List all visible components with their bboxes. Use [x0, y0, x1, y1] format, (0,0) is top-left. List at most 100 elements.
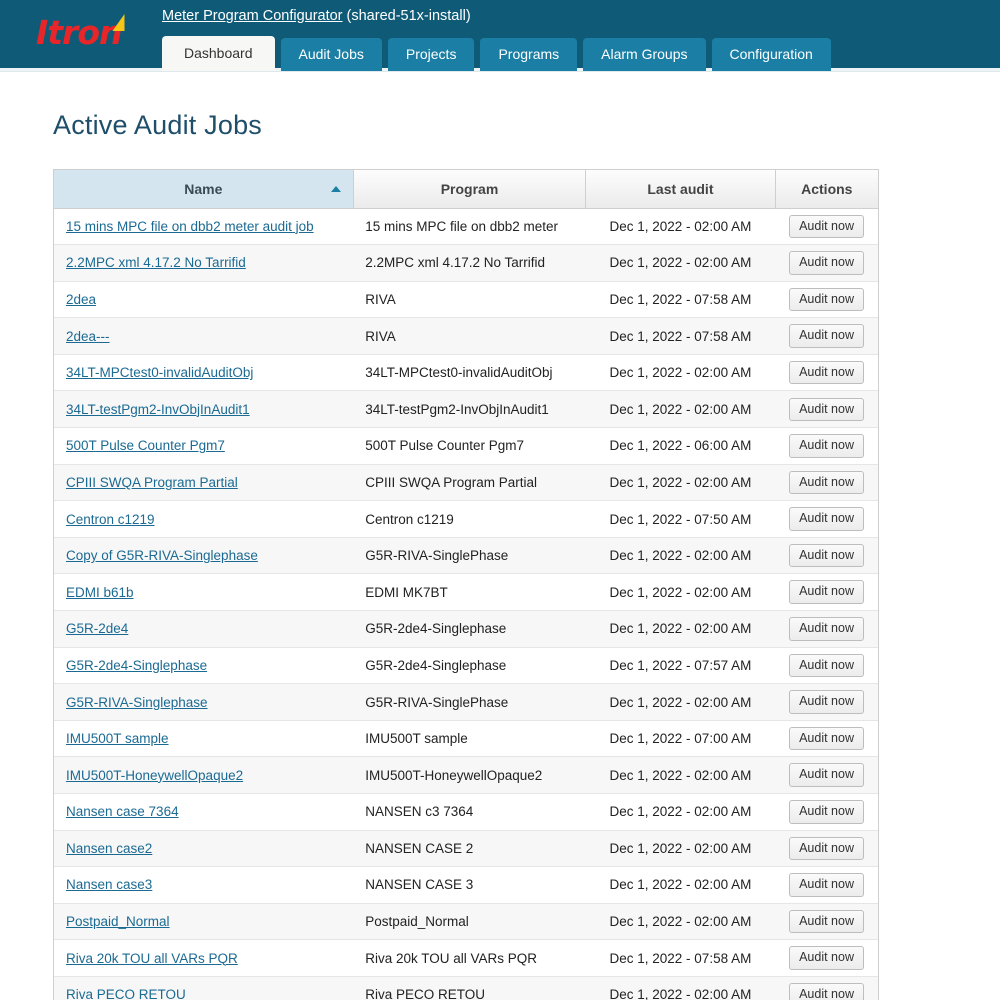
- cell-program: RIVA: [353, 281, 586, 318]
- cell-name: G5R-2de4: [54, 611, 353, 648]
- audit-now-button[interactable]: Audit now: [789, 727, 864, 751]
- audit-job-link[interactable]: 2.2MPC xml 4.17.2 No Tarrifid: [66, 255, 246, 270]
- audit-now-button[interactable]: Audit now: [789, 690, 864, 714]
- audit-job-link[interactable]: Riva 20k TOU all VARs PQR: [66, 951, 238, 966]
- audit-now-button[interactable]: Audit now: [789, 507, 864, 531]
- itron-logo: Itron: [30, 8, 158, 58]
- table-row: Riva 20k TOU all VARs PQRRiva 20k TOU al…: [54, 940, 878, 977]
- column-header-last-audit[interactable]: Last audit: [586, 170, 775, 208]
- cell-actions: Audit now: [775, 647, 878, 684]
- cell-actions: Audit now: [775, 464, 878, 501]
- tab-programs[interactable]: Programs: [480, 38, 577, 71]
- audit-job-link[interactable]: Postpaid_Normal: [66, 914, 170, 929]
- audit-job-link[interactable]: 2dea: [66, 292, 96, 307]
- table-row: EDMI b61bEDMI MK7BTDec 1, 2022 - 02:00 A…: [54, 574, 878, 611]
- audit-job-link[interactable]: Riva PECO RETOU: [66, 987, 186, 1000]
- audit-now-button[interactable]: Audit now: [789, 324, 864, 348]
- audit-now-button[interactable]: Audit now: [789, 251, 864, 275]
- audit-job-link[interactable]: Nansen case 7364: [66, 804, 179, 819]
- column-header-actions[interactable]: Actions: [775, 170, 878, 208]
- audit-now-button[interactable]: Audit now: [789, 837, 864, 861]
- column-header-name[interactable]: Name: [54, 170, 353, 208]
- audit-now-button[interactable]: Audit now: [789, 946, 864, 970]
- tab-alarm-groups[interactable]: Alarm Groups: [583, 38, 705, 71]
- audit-now-button[interactable]: Audit now: [789, 654, 864, 678]
- cell-last-audit: Dec 1, 2022 - 02:00 AM: [586, 574, 775, 611]
- cell-last-audit: Dec 1, 2022 - 02:00 AM: [586, 245, 775, 282]
- audit-now-button[interactable]: Audit now: [789, 617, 864, 641]
- cell-program: G5R-2de4-Singlephase: [353, 647, 586, 684]
- audit-now-button[interactable]: Audit now: [789, 763, 864, 787]
- cell-name: 2dea: [54, 281, 353, 318]
- cell-actions: Audit now: [775, 940, 878, 977]
- audit-now-button[interactable]: Audit now: [789, 873, 864, 897]
- cell-last-audit: Dec 1, 2022 - 06:00 AM: [586, 428, 775, 465]
- audit-job-link[interactable]: IMU500T-HoneywellOpaque2: [66, 768, 243, 783]
- audit-job-link[interactable]: Nansen case2: [66, 841, 152, 856]
- table-row: G5R-2de4-Singlephase G5R-2de4-Singlephase…: [54, 647, 878, 684]
- cell-name: Riva PECO RETOU: [54, 976, 353, 1000]
- audit-job-link[interactable]: G5R-RIVA-Singlephase: [66, 695, 208, 710]
- audit-now-button[interactable]: Audit now: [789, 361, 864, 385]
- audit-job-link[interactable]: Nansen case3: [66, 877, 152, 892]
- audit-job-link[interactable]: Centron c1219: [66, 512, 155, 527]
- column-header-program[interactable]: Program: [353, 170, 586, 208]
- cell-name: Copy of G5R-RIVA-Singlephase: [54, 537, 353, 574]
- audit-now-button[interactable]: Audit now: [789, 910, 864, 934]
- cell-name: IMU500T sample: [54, 720, 353, 757]
- audit-now-button[interactable]: Audit now: [789, 800, 864, 824]
- app-title-link[interactable]: Meter Program Configurator: [162, 8, 343, 24]
- audit-job-link[interactable]: G5R-2de4: [66, 621, 128, 636]
- column-header-label: Last audit: [647, 181, 713, 197]
- audit-now-button[interactable]: Audit now: [789, 544, 864, 568]
- table-row: Nansen case2NANSEN CASE 2Dec 1, 2022 - 0…: [54, 830, 878, 867]
- tab-dashboard[interactable]: Dashboard: [162, 36, 275, 71]
- cell-actions: Audit now: [775, 281, 878, 318]
- table-row: Centron c1219Centron c1219Dec 1, 2022 - …: [54, 501, 878, 538]
- cell-program: Riva PECO RETOU: [353, 976, 586, 1000]
- cell-actions: Audit now: [775, 794, 878, 831]
- cell-name: CPIII SWQA Program Partial: [54, 464, 353, 501]
- tab-projects[interactable]: Projects: [388, 38, 475, 71]
- cell-last-audit: Dec 1, 2022 - 02:00 AM: [586, 794, 775, 831]
- audit-job-link[interactable]: 34LT-MPCtest0-invalidAuditObj: [66, 365, 253, 380]
- cell-last-audit: Dec 1, 2022 - 07:58 AM: [586, 281, 775, 318]
- column-header-label: Name: [184, 181, 222, 197]
- audit-job-link[interactable]: 2dea---: [66, 329, 110, 344]
- cell-program: CPIII SWQA Program Partial: [353, 464, 586, 501]
- tab-configuration[interactable]: Configuration: [712, 38, 831, 71]
- cell-name: Riva 20k TOU all VARs PQR: [54, 940, 353, 977]
- cell-last-audit: Dec 1, 2022 - 07:57 AM: [586, 647, 775, 684]
- audit-now-button[interactable]: Audit now: [789, 288, 864, 312]
- audit-now-button[interactable]: Audit now: [789, 983, 864, 1000]
- audit-now-button[interactable]: Audit now: [789, 398, 864, 422]
- cell-last-audit: Dec 1, 2022 - 02:00 AM: [586, 903, 775, 940]
- audit-job-link[interactable]: Copy of G5R-RIVA-Singlephase: [66, 548, 258, 563]
- audit-job-link[interactable]: G5R-2de4-Singlephase: [66, 658, 207, 673]
- table-row: 2dea---RIVADec 1, 2022 - 07:58 AMAudit n…: [54, 318, 878, 355]
- audit-now-button[interactable]: Audit now: [789, 471, 864, 495]
- cell-actions: Audit now: [775, 208, 878, 245]
- audit-job-link[interactable]: IMU500T sample: [66, 731, 169, 746]
- cell-last-audit: Dec 1, 2022 - 02:00 AM: [586, 537, 775, 574]
- cell-program: NANSEN CASE 2: [353, 830, 586, 867]
- audit-job-link[interactable]: 500T Pulse Counter Pgm7: [66, 438, 225, 453]
- sort-ascending-icon[interactable]: [331, 186, 341, 192]
- cell-actions: Audit now: [775, 391, 878, 428]
- tab-audit-jobs[interactable]: Audit Jobs: [281, 38, 382, 71]
- audit-now-button[interactable]: Audit now: [789, 580, 864, 604]
- audit-job-link[interactable]: 34LT-testPgm2-InvObjInAudit1: [66, 402, 250, 417]
- audit-job-link[interactable]: CPIII SWQA Program Partial: [66, 475, 238, 490]
- cell-program: IMU500T sample: [353, 720, 586, 757]
- audit-now-button[interactable]: Audit now: [789, 215, 864, 239]
- table-row: IMU500T-HoneywellOpaque2 IMU500T-Honeywel…: [54, 757, 878, 794]
- audit-job-link[interactable]: 15 mins MPC file on dbb2 meter audit job: [66, 219, 314, 234]
- cell-program: 500T Pulse Counter Pgm7: [353, 428, 586, 465]
- cell-program: IMU500T-HoneywellOpaque2: [353, 757, 586, 794]
- cell-actions: Audit now: [775, 611, 878, 648]
- audit-now-button[interactable]: Audit now: [789, 434, 864, 458]
- cell-name: 500T Pulse Counter Pgm7: [54, 428, 353, 465]
- cell-last-audit: Dec 1, 2022 - 02:00 AM: [586, 867, 775, 904]
- cell-last-audit: Dec 1, 2022 - 02:00 AM: [586, 976, 775, 1000]
- audit-job-link[interactable]: EDMI b61b: [66, 585, 134, 600]
